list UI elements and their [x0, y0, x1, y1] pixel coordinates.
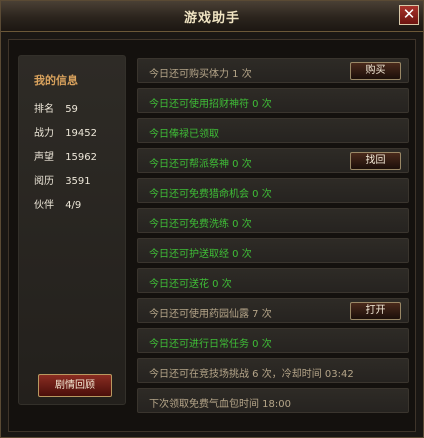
window-title: 游戏助手 — [183, 11, 240, 26]
open-garden-button[interactable]: 打开 — [350, 302, 401, 320]
stat-value: 59 — [65, 104, 78, 115]
stat-label: 排名 — [34, 104, 54, 115]
buy-stamina-button[interactable]: 购买 — [350, 62, 401, 80]
task-row: 今日还可护送取经 0 次 — [137, 238, 409, 263]
stat-power: 战力 19452 — [34, 124, 97, 139]
stat-value: 19452 — [65, 128, 97, 139]
title-bar[interactable]: 游戏助手 ✕ — [1, 1, 423, 32]
stat-value: 15962 — [65, 152, 97, 163]
stat-value: 3591 — [65, 176, 91, 187]
task-text: 今日还可免费猎命机会 0 次 — [149, 189, 272, 200]
task-text: 今日还可进行日常任务 0 次 — [149, 339, 272, 350]
stat-label: 伙伴 — [34, 200, 54, 211]
task-row: 下次领取免费气血包时间 18:00 — [137, 388, 409, 413]
stat-value: 4/9 — [65, 200, 82, 211]
task-text: 下次领取免费气血包时间 18:00 — [149, 399, 291, 410]
task-row: 今日还可使用药园仙露 7 次 打开 — [137, 298, 409, 323]
task-text: 今日还可护送取经 0 次 — [149, 249, 252, 260]
task-row: 今日还可购买体力 1 次 购买 — [137, 58, 409, 83]
stat-label: 战力 — [34, 128, 54, 139]
close-icon[interactable]: ✕ — [399, 5, 419, 25]
task-row: 今日还可在竞技场挑战 6 次，冷却时间 03:42 — [137, 358, 409, 383]
task-text: 今日还可送花 0 次 — [149, 279, 232, 290]
task-text: 今日还可购买体力 1 次 — [149, 69, 252, 80]
task-row: 今日还可进行日常任务 0 次 — [137, 328, 409, 353]
stat-label: 声望 — [34, 152, 54, 163]
story-review-button[interactable]: 剧情回顾 — [38, 374, 112, 397]
task-text: 今日还可免费洗练 0 次 — [149, 219, 252, 230]
task-row: 今日俸禄已领取 — [137, 118, 409, 143]
task-row: 今日还可送花 0 次 — [137, 268, 409, 293]
task-row: 今日还可帮派祭神 0 次 找回 — [137, 148, 409, 173]
task-row: 今日还可免费洗练 0 次 — [137, 208, 409, 233]
task-text: 今日还可帮派祭神 0 次 — [149, 159, 252, 170]
stat-reputation: 声望 15962 — [34, 148, 97, 163]
my-info-panel: 我的信息 排名 59 战力 19452 声望 15962 阅历 3591 伙伴 … — [18, 55, 126, 405]
task-text: 今日俸禄已领取 — [149, 129, 219, 140]
my-info-title: 我的信息 — [34, 74, 78, 87]
task-row: 今日还可使用招财神符 0 次 — [137, 88, 409, 113]
task-text: 今日还可使用招财神符 0 次 — [149, 99, 272, 110]
stat-partners: 伙伴 4/9 — [34, 196, 81, 211]
task-text: 今日还可在竞技场挑战 6 次，冷却时间 03:42 — [149, 369, 354, 380]
stat-experience: 阅历 3591 — [34, 172, 91, 187]
task-row: 今日还可免费猎命机会 0 次 — [137, 178, 409, 203]
stat-rank: 排名 59 — [34, 100, 78, 115]
task-text: 今日还可使用药园仙露 7 次 — [149, 309, 272, 320]
stat-label: 阅历 — [34, 176, 54, 187]
recover-button[interactable]: 找回 — [350, 152, 401, 170]
game-assistant-window: 游戏助手 ✕ 我的信息 排名 59 战力 19452 声望 15962 阅历 3… — [0, 0, 424, 438]
